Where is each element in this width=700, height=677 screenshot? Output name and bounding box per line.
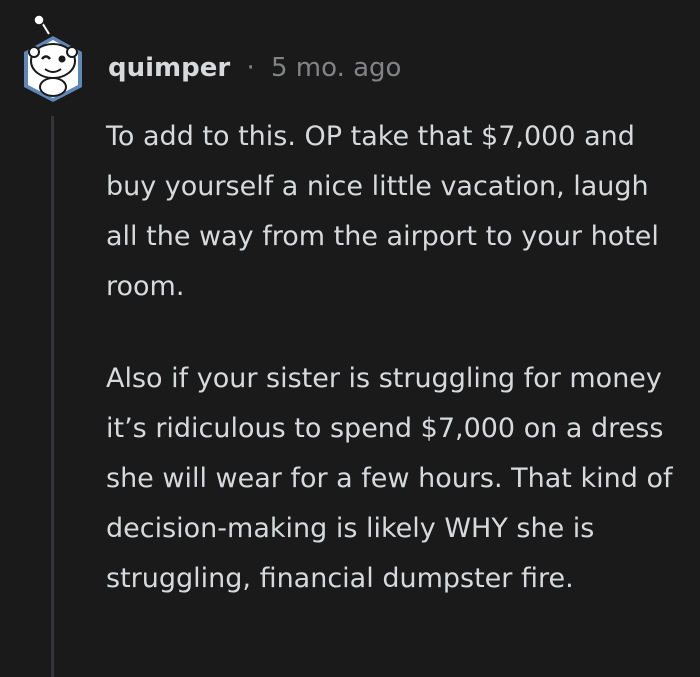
user-avatar[interactable] [19, 12, 87, 102]
comment-paragraph: To add to this. OP take that $7,000 and … [106, 121, 659, 302]
comment-body: To add to this. OP take that $7,000 and … [106, 112, 686, 604]
comment-timestamp[interactable]: 5 mo. ago [271, 53, 401, 83]
snoo-avatar-icon [24, 14, 82, 102]
thread-line[interactable] [51, 116, 54, 677]
comment-meta: quimper · 5 mo. ago [108, 50, 401, 86]
comment-paragraph: Also if your sister is struggling for mo… [106, 363, 673, 594]
comment-card: quimper · 5 mo. ago To add to this. OP t… [0, 0, 700, 677]
meta-separator: · [246, 53, 255, 83]
username-link[interactable]: quimper [108, 53, 230, 83]
